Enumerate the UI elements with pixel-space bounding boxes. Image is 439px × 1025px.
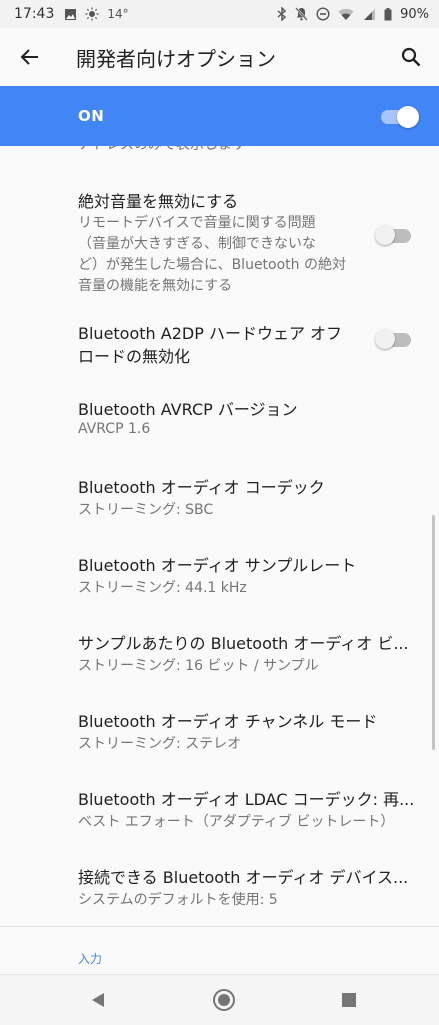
master-switch-toggle[interactable] — [381, 106, 419, 128]
circle-home-icon — [213, 989, 235, 1011]
section-header-input: 入力 — [78, 952, 103, 966]
navigation-bar — [0, 974, 439, 1025]
status-bar: 17:43 14° 90% — [0, 0, 439, 28]
partial-summary: アドレスのみで表示します — [78, 146, 246, 154]
list-item-max-connected-devices[interactable]: 接続できる Bluetooth オーディオ デバイス... システムのデフォルト… — [0, 864, 439, 924]
weather-sun-icon — [85, 7, 99, 21]
list-item-ldac-codec[interactable]: Bluetooth オーディオ LDAC コーデック: 再... ベスト エフォ… — [0, 786, 439, 846]
item-summary: ストリーミング: 16 ビット / サンプル — [78, 658, 319, 674]
item-summary-line: （音量が大きすぎる、制御できないな — [78, 236, 316, 252]
list-item-bits-per-sample[interactable]: サンプルあたりの Bluetooth オーディオ ビ... ストリーミング: 1… — [0, 630, 439, 690]
page-title: 開発者向けオプション — [76, 46, 276, 71]
list-item-avrcp-version[interactable]: Bluetooth AVRCP バージョン AVRCP 1.6 — [0, 396, 439, 456]
item-summary: システムのデフォルトを使用: 5 — [78, 892, 278, 908]
item-summary: ストリーミング: SBC — [78, 502, 214, 518]
square-recents-icon — [342, 993, 356, 1007]
nav-home-button[interactable] — [212, 988, 236, 1012]
cellular-signal-icon — [364, 8, 376, 20]
nav-back-button[interactable] — [86, 988, 110, 1012]
wifi-icon — [338, 8, 354, 20]
search-icon — [401, 47, 421, 67]
item-title: Bluetooth オーディオ LDAC コーデック: 再... — [78, 790, 415, 809]
search-button[interactable] — [397, 43, 425, 71]
section-divider — [0, 926, 439, 927]
master-switch-bar[interactable]: ON — [0, 86, 439, 146]
item-title-line: Bluetooth A2DP ハードウェア オフ — [78, 324, 343, 343]
item-summary: ストリーミング: 44.1 kHz — [78, 580, 247, 596]
list-item-sample-rate[interactable]: Bluetooth オーディオ サンプルレート ストリーミング: 44.1 kH… — [0, 552, 439, 612]
item-title: Bluetooth オーディオ コーデック — [78, 478, 325, 497]
item-summary: AVRCP 1.6 — [78, 421, 151, 437]
item-title-line: ロードの無効化 — [78, 347, 191, 366]
battery-percent: 90% — [400, 6, 429, 22]
do-not-disturb-icon — [316, 7, 330, 21]
triangle-back-icon — [92, 993, 104, 1007]
a2dp-offload-toggle[interactable] — [375, 329, 411, 349]
back-button[interactable] — [0, 28, 60, 86]
arrow-back-icon — [20, 49, 38, 65]
list-item-disable-absolute-volume[interactable]: 絶対音量を無効にする リモートデバイスで音量に関する問題 （音量が大きすぎる、制… — [0, 180, 439, 294]
item-title: Bluetooth AVRCP バージョン — [78, 400, 298, 419]
list-item-audio-codec[interactable]: Bluetooth オーディオ コーデック ストリーミング: SBC — [0, 474, 439, 534]
item-title: 接続できる Bluetooth オーディオ デバイス... — [78, 868, 409, 887]
app-bar: 開発者向けオプション — [0, 28, 439, 86]
bluetooth-icon — [277, 7, 287, 21]
temperature-text: 14° — [107, 7, 129, 21]
item-summary: ストリーミング: ステレオ — [78, 736, 242, 752]
scrollbar[interactable] — [432, 515, 435, 750]
item-summary: ベスト エフォート（アダプティブ ビットレート） — [78, 814, 395, 830]
settings-list[interactable]: アドレスのみで表示します 絶対音量を無効にする リモートデバイスで音量に関する問… — [0, 146, 439, 924]
item-title: サンプルあたりの Bluetooth オーディオ ビ... — [78, 634, 409, 653]
item-summary-line: ど）が発生した場合に、Bluetooth の絶対 — [78, 257, 346, 273]
list-item-channel-mode[interactable]: Bluetooth オーディオ チャンネル モード ストリーミング: ステレオ — [0, 708, 439, 768]
status-time: 17:43 — [14, 6, 55, 22]
battery-icon — [384, 7, 392, 20]
item-summary-line: 音量の機能を無効にする — [78, 278, 233, 294]
image-notification-icon — [65, 8, 77, 20]
item-title: 絶対音量を無効にする — [78, 192, 239, 211]
absolute-volume-toggle[interactable] — [375, 225, 411, 245]
list-item-a2dp-offload[interactable]: Bluetooth A2DP ハードウェア オフ ロードの無効化 — [0, 314, 439, 374]
nav-recents-button[interactable] — [337, 988, 361, 1012]
item-title: Bluetooth オーディオ サンプルレート — [78, 556, 357, 575]
item-summary-line: リモートデバイスで音量に関する問題 — [78, 215, 316, 231]
notifications-off-icon — [295, 7, 308, 21]
item-title: Bluetooth オーディオ チャンネル モード — [78, 712, 378, 731]
master-switch-label: ON — [78, 107, 105, 125]
